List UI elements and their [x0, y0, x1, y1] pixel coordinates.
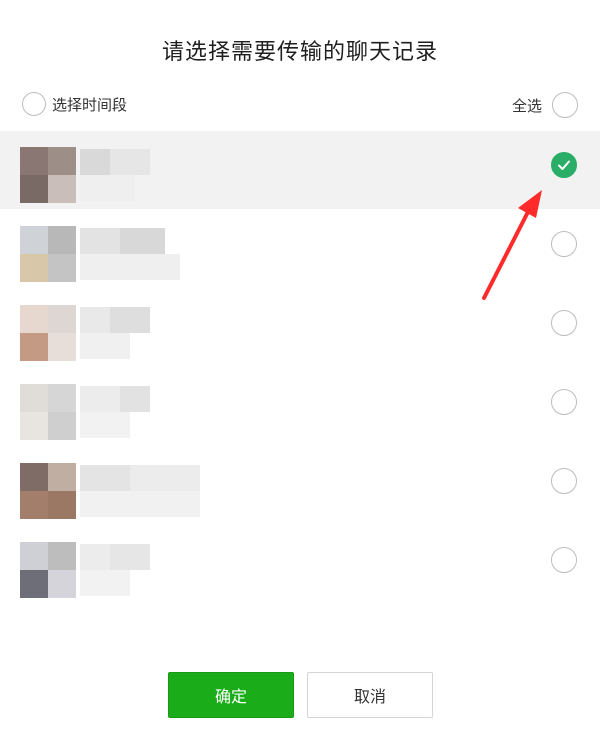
row-check-icon[interactable] — [551, 389, 577, 415]
row-check-icon[interactable] — [551, 310, 577, 336]
dialog-title: 请选择需要传输的聊天记录 — [161, 39, 438, 64]
chat-row[interactable] — [0, 289, 600, 367]
select-time-range-label: 选择时间段 — [52, 96, 128, 114]
dialog-footer: 确定 取消 — [0, 672, 600, 720]
chat-row[interactable] — [0, 526, 600, 604]
avatar — [20, 147, 76, 203]
chat-row[interactable] — [0, 210, 600, 288]
select-all-label: 全选 — [511, 97, 542, 115]
avatar — [20, 226, 76, 282]
chat-row[interactable] — [0, 131, 600, 209]
chat-list — [0, 131, 600, 621]
confirm-button[interactable]: 确定 — [168, 672, 294, 718]
cancel-button[interactable]: 取消 — [307, 672, 433, 718]
row-check-icon[interactable] — [551, 468, 577, 494]
transfer-chat-dialog: 请选择需要传输的聊天记录 选择时间段 全选 确定 取消 — [0, 0, 600, 729]
row-check-icon[interactable] — [551, 547, 577, 573]
select-all-radio-icon[interactable] — [552, 92, 578, 118]
select-time-range-option[interactable]: 选择时间段 — [22, 92, 127, 116]
chat-row[interactable] — [0, 605, 600, 621]
selection-toolbar: 选择时间段 全选 — [0, 90, 600, 122]
row-check-icon[interactable] — [551, 231, 577, 257]
select-all-option[interactable]: 全选 — [512, 92, 578, 118]
avatar — [20, 305, 76, 361]
avatar — [20, 463, 76, 519]
chat-row[interactable] — [0, 447, 600, 525]
row-check-icon[interactable] — [551, 152, 577, 178]
radio-empty-icon[interactable] — [22, 92, 46, 116]
avatar — [20, 384, 76, 440]
avatar — [20, 542, 76, 598]
chat-row[interactable] — [0, 368, 600, 446]
